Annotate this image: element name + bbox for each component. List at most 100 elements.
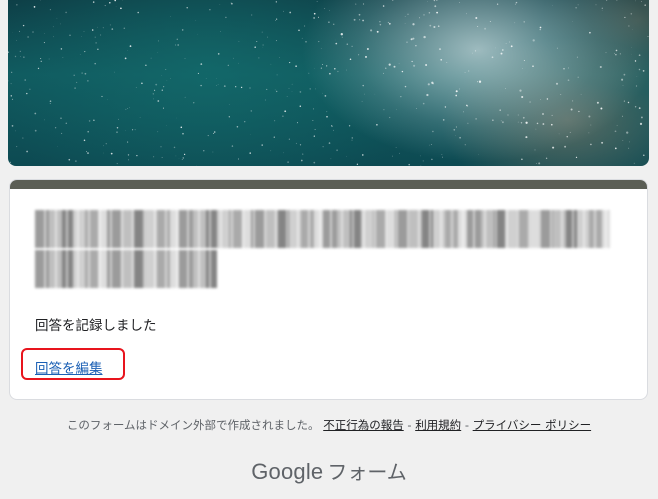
star	[519, 89, 522, 92]
star	[170, 78, 171, 79]
star	[97, 48, 99, 50]
star	[634, 106, 637, 108]
star	[577, 76, 579, 78]
star	[299, 91, 302, 93]
star	[623, 100, 626, 102]
star	[438, 48, 442, 51]
star	[432, 130, 434, 133]
star	[62, 57, 64, 58]
star	[379, 23, 382, 26]
star	[124, 57, 127, 60]
star	[501, 49, 504, 51]
star	[220, 31, 221, 32]
star	[588, 115, 591, 118]
star	[355, 3, 357, 5]
star	[152, 93, 154, 95]
star	[362, 19, 364, 22]
star	[48, 58, 50, 60]
star	[318, 41, 320, 43]
star	[26, 92, 28, 95]
star	[273, 136, 275, 138]
star	[322, 92, 323, 94]
star	[305, 40, 307, 43]
star	[14, 130, 16, 132]
star	[614, 52, 615, 54]
star	[103, 145, 104, 147]
star	[207, 135, 209, 137]
star	[26, 150, 28, 153]
star	[102, 27, 104, 29]
star	[288, 138, 290, 140]
star	[312, 120, 314, 121]
star	[173, 146, 176, 149]
star	[616, 125, 618, 126]
star	[432, 82, 434, 85]
star	[440, 58, 443, 61]
star	[346, 156, 347, 157]
star	[139, 117, 141, 118]
privacy-policy-link[interactable]: プライバシー ポリシー	[473, 418, 591, 432]
star	[157, 100, 160, 102]
star	[505, 43, 507, 44]
star	[453, 128, 456, 131]
star	[464, 71, 466, 74]
star	[529, 101, 531, 103]
star	[153, 98, 154, 100]
report-abuse-link[interactable]: 不正行為の報告	[323, 418, 404, 432]
star	[627, 101, 630, 104]
star	[228, 116, 230, 118]
star	[14, 55, 17, 58]
star	[628, 147, 630, 149]
star	[182, 157, 185, 159]
star	[73, 74, 75, 77]
star	[545, 157, 548, 159]
star	[436, 0, 438, 1]
star	[180, 126, 183, 129]
star	[348, 125, 351, 127]
star	[24, 79, 26, 81]
card-accent-bar	[10, 180, 647, 189]
star	[212, 151, 214, 153]
star	[362, 84, 364, 87]
star	[129, 45, 132, 47]
star	[406, 41, 408, 43]
footer-note-text: このフォームはドメイン外部で作成されました。	[66, 418, 320, 432]
star	[128, 159, 130, 161]
star	[563, 68, 565, 70]
star	[244, 121, 246, 123]
star	[349, 58, 352, 60]
star	[287, 161, 289, 163]
terms-link[interactable]: 利用規約	[415, 418, 461, 432]
star	[183, 153, 186, 156]
star	[33, 6, 36, 8]
star	[539, 26, 542, 29]
star	[455, 90, 458, 93]
star	[388, 22, 391, 25]
star	[634, 60, 637, 62]
google-forms-logo[interactable]: Google フォーム	[0, 456, 658, 485]
star	[65, 11, 67, 14]
star	[622, 115, 623, 117]
star	[389, 116, 391, 119]
star	[313, 135, 315, 137]
google-wordmark: Google	[251, 459, 324, 484]
star	[69, 34, 71, 36]
star	[315, 88, 316, 90]
star	[20, 56, 21, 57]
star	[326, 115, 328, 118]
star	[111, 28, 114, 30]
star	[49, 100, 52, 103]
star	[298, 29, 300, 32]
star	[638, 68, 641, 71]
star	[129, 107, 130, 109]
star	[361, 100, 363, 102]
star	[110, 152, 113, 155]
edit-response-link[interactable]: 回答を編集	[35, 357, 103, 377]
star	[320, 67, 322, 69]
star	[633, 162, 635, 164]
star	[622, 85, 624, 86]
star	[176, 38, 179, 41]
star	[16, 146, 18, 148]
star	[56, 17, 58, 19]
star	[500, 52, 503, 55]
